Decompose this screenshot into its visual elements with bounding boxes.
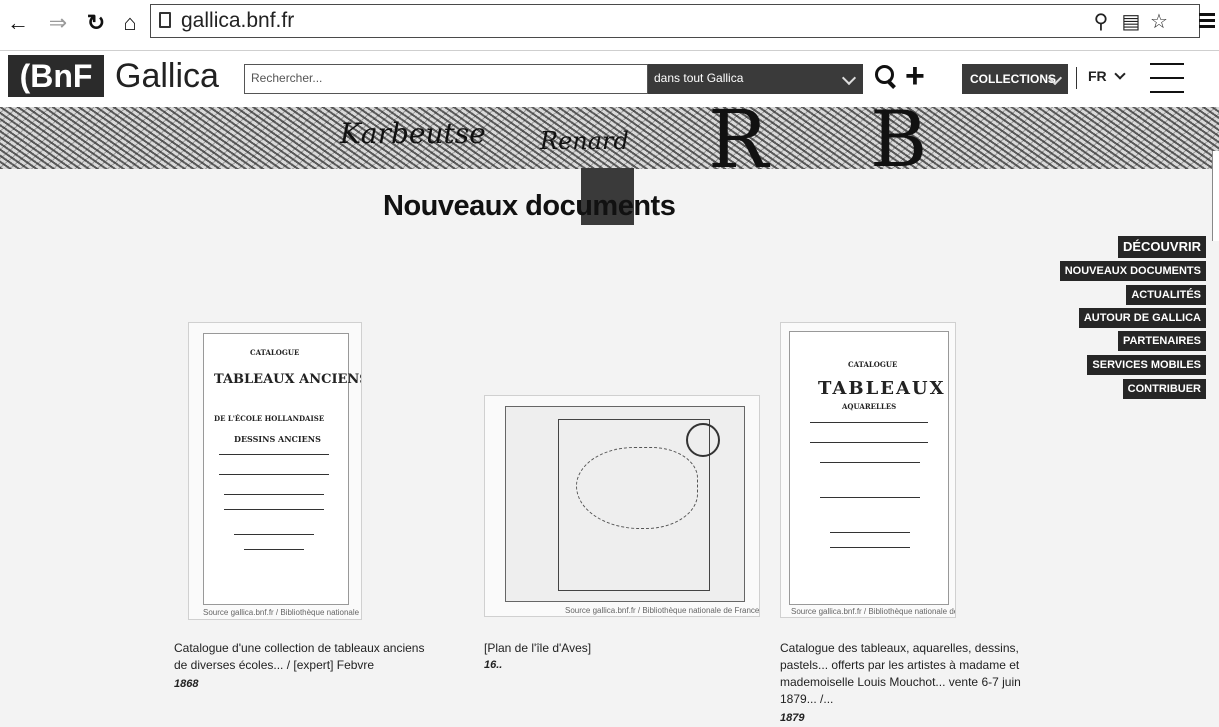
cover-rule [219, 454, 329, 455]
page-title: Nouveaux documents [383, 190, 676, 222]
banner-glyph: R [708, 107, 769, 169]
cover-rule [830, 547, 910, 548]
cover-rule [810, 422, 928, 423]
cover-rule [224, 494, 324, 495]
banner-glyph: Karbeutse [340, 117, 486, 150]
plus-icon[interactable]: + [905, 59, 925, 93]
cover-text: CATALOGUE [250, 348, 300, 357]
cover-text: CATALOGUE [848, 360, 898, 369]
page-icon [159, 12, 171, 28]
cover-rule [224, 509, 324, 510]
side-nav-item-partenaires[interactable]: PARTENAIRES [1117, 331, 1206, 351]
side-nav-item-actualites[interactable]: ACTUALITÉS [1126, 285, 1206, 305]
cover-text: DESSINS ANCIENS [234, 434, 321, 444]
document-date: 1868 [174, 678, 199, 690]
zoom-icon[interactable]: ⚲ [1089, 9, 1113, 34]
menu-icon[interactable] [1150, 63, 1184, 93]
cover-page: CATALOGUE TABLEAUX AQUARELLES [789, 331, 949, 605]
back-arrow-icon[interactable]: ← [6, 11, 30, 35]
scrollbar[interactable] [1212, 151, 1219, 241]
site-name[interactable]: Gallica [115, 57, 219, 96]
cover-page: CATALOGUE TABLEAUX ANCIENS DE L'ÉCOLE HO… [203, 333, 361, 605]
star-bookmark-icon[interactable]: ☆ [1147, 9, 1171, 34]
document-thumbnail[interactable]: CATALOGUE TABLEAUX ANCIENS DE L'ÉCOLE HO… [188, 322, 362, 620]
side-nav-item-contribuer[interactable]: CONTRIBUER [1122, 379, 1206, 399]
logo-text: BnF [30, 58, 93, 94]
collections-label: COLLECTIONS [970, 72, 1056, 86]
search-scope-select[interactable]: dans tout Gallica [648, 64, 863, 94]
collections-button[interactable]: COLLECTIONS [962, 64, 1068, 94]
header-banner: Karbeutse Renard R B [0, 107, 1219, 169]
document-thumbnail[interactable]: Source gallica.bnf.fr / Bibliothèque nat… [484, 395, 760, 617]
thumbnail-source: Source gallica.bnf.fr / Bibliothèque nat… [203, 608, 361, 617]
side-nav-header[interactable]: DÉCOUVRIR [1117, 236, 1206, 258]
language-select[interactable]: FR [1088, 68, 1107, 84]
search-placeholder: Rechercher... [251, 71, 323, 85]
island-outline [576, 447, 698, 529]
document-title[interactable]: [Plan de l'île d'Aves] [484, 640, 744, 657]
thumbnail-source: Source gallica.bnf.fr / Bibliothèque nat… [791, 607, 955, 616]
cover-rule [810, 442, 928, 443]
address-bar[interactable]: gallica.bnf.fr ⚲ ▤ ☆ [150, 4, 1200, 38]
cover-rule [820, 497, 920, 498]
document-thumbnail[interactable]: CATALOGUE TABLEAUX AQUARELLES Source gal… [780, 322, 956, 618]
document-date: 1879 [780, 712, 805, 724]
stamp-seal [686, 423, 720, 457]
document-title[interactable]: Catalogue des tableaux, aquarelles, dess… [780, 640, 1040, 708]
reload-icon[interactable]: ↻ [84, 11, 108, 35]
chevron-down-icon [1114, 68, 1126, 80]
document-title[interactable]: Catalogue d'une collection de tableaux a… [174, 640, 434, 674]
cover-rule [244, 549, 304, 550]
divider [1076, 67, 1077, 89]
bnf-logo[interactable]: (BnF [8, 55, 104, 97]
cover-text: AQUARELLES [842, 402, 897, 411]
cover-rule [830, 532, 910, 533]
cover-text: TABLEAUX [818, 378, 946, 399]
url-text: gallica.bnf.fr [181, 9, 295, 32]
cover-rule [219, 474, 329, 475]
home-icon[interactable]: ⌂ [118, 11, 142, 35]
browser-toolbar: ← ⇒ ↻ ⌂ gallica.bnf.fr ⚲ ▤ ☆ [0, 0, 1219, 51]
thumbnail-source: Source gallica.bnf.fr / Bibliothèque nat… [565, 606, 760, 615]
search-input[interactable]: Rechercher... [244, 64, 648, 94]
cover-text: TABLEAUX ANCIENS [214, 372, 362, 387]
map-image [505, 406, 745, 602]
side-nav-item-autour-de-gallica[interactable]: AUTOUR DE GALLICA [1078, 308, 1206, 328]
cover-rule [820, 462, 920, 463]
side-nav-item-services-mobiles[interactable]: SERVICES MOBILES [1087, 355, 1206, 375]
browser-menu-icon[interactable] [1199, 10, 1215, 32]
banner-glyph: Renard [540, 127, 629, 155]
banner-glyph: B [870, 107, 928, 169]
cover-rule [234, 534, 314, 535]
cover-text: DE L'ÉCOLE HOLLANDAISE [214, 414, 325, 423]
document-date: 16.. [484, 659, 503, 671]
side-nav-item-nouveaux-documents[interactable]: NOUVEAUX DOCUMENTS [1059, 261, 1206, 281]
chevron-down-icon [841, 70, 857, 86]
scope-label: dans tout Gallica [654, 71, 744, 85]
translate-icon[interactable]: ▤ [1119, 9, 1143, 34]
forward-arrow-icon[interactable]: ⇒ [46, 11, 70, 35]
site-header: (BnF Gallica Rechercher... dans tout Gal… [0, 51, 1219, 107]
search-icon[interactable] [873, 62, 899, 92]
